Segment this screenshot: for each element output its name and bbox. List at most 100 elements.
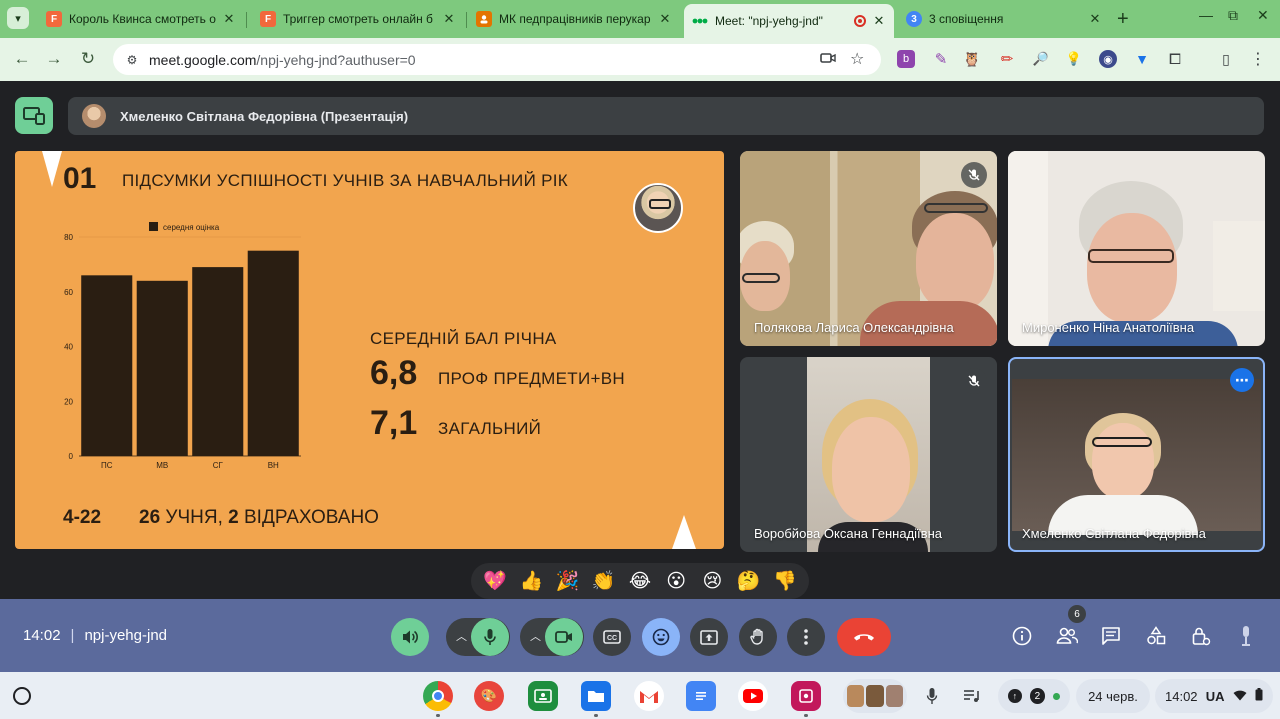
extensions-puzzle-icon[interactable]: ⧠: [1166, 50, 1184, 68]
tab-close-icon[interactable]: ✕: [442, 11, 456, 27]
activities-icon[interactable]: [1144, 624, 1168, 648]
status-tray[interactable]: 14:02 UA: [1155, 679, 1273, 713]
close-window-icon[interactable]: ✕: [1257, 7, 1269, 24]
shelf-mic-icon[interactable]: [920, 684, 944, 708]
extension-b-icon[interactable]: b: [897, 50, 915, 68]
classroom-app-icon[interactable]: [528, 681, 558, 711]
url-path: /npj-yehg-jnd?authuser=0: [256, 51, 416, 68]
presenter-banner-text: Хмеленко Світлана Федорівна (Презентація…: [120, 108, 409, 124]
extension-marker-icon[interactable]: ✏: [998, 50, 1016, 68]
camera-options-chevron-icon[interactable]: ︿: [530, 628, 541, 644]
audio-output-button[interactable]: [391, 618, 429, 656]
address-bar[interactable]: ⚙ meet.google.com/npj-yehg-jnd?authuser=…: [113, 44, 881, 75]
palette-app-icon[interactable]: 🎨: [474, 681, 504, 711]
more-options-button[interactable]: [787, 618, 825, 656]
browser-tab-1[interactable]: F Король Квинса смотреть он ✕: [38, 5, 244, 33]
window-thumbnails[interactable]: [843, 679, 907, 713]
docs-app-icon[interactable]: [686, 681, 716, 711]
back-icon[interactable]: ←: [11, 48, 33, 70]
people-icon[interactable]: [1055, 624, 1079, 648]
y-tick-label: 0: [69, 452, 74, 461]
reaction-laugh[interactable]: 😂: [625, 570, 655, 593]
participant-tile-active[interactable]: ⋯ Хмеленко Світлана Федорівна: [1008, 357, 1265, 552]
browser-tab-5[interactable]: 3 3 сповіщення ✕: [898, 5, 1110, 33]
participant-tile[interactable]: Мироненко Ніна Анатоліївна: [1008, 151, 1265, 346]
new-tab-icon[interactable]: +: [1117, 8, 1129, 31]
browser-menu-icon[interactable]: ⋮: [1249, 50, 1267, 68]
tab-close-icon[interactable]: ✕: [1088, 11, 1102, 27]
microphone-button[interactable]: [471, 618, 509, 656]
tab-title: Король Квинса смотреть он: [69, 12, 216, 26]
gmail-app-icon[interactable]: [634, 681, 664, 711]
present-screen-button[interactable]: [690, 618, 728, 656]
reaction-surprised[interactable]: 😮: [661, 570, 691, 593]
account-avatar-icon[interactable]: [1234, 624, 1258, 648]
more-options-icon[interactable]: ⋯: [1230, 368, 1254, 392]
chrome-app-icon[interactable]: [423, 681, 453, 711]
files-app-icon[interactable]: [581, 681, 611, 711]
reaction-sad[interactable]: 😢: [697, 570, 727, 593]
stat-row-prof: 6,8 ПРОФ ПРЕДМЕТИ+ВН: [370, 354, 625, 393]
forward-icon[interactable]: →: [43, 48, 65, 70]
side-panel-icon[interactable]: ▯: [1217, 50, 1235, 68]
presentation-layout-icon[interactable]: [15, 97, 53, 134]
chat-icon[interactable]: [1099, 624, 1123, 648]
reaction-clap[interactable]: 👏: [589, 569, 619, 593]
mic-options-chevron-icon[interactable]: ︿: [456, 628, 467, 644]
youtube-app-icon[interactable]: [738, 681, 768, 711]
reaction-thumbs-down[interactable]: 👎: [770, 569, 800, 593]
tab-search-button[interactable]: ▾: [7, 7, 29, 29]
muted-mic-icon: [961, 368, 987, 394]
extension-circle-icon[interactable]: ◉: [1099, 50, 1117, 68]
extension-owl-icon[interactable]: 🦉: [963, 50, 981, 68]
date-tray[interactable]: 24 черв.: [1076, 679, 1150, 713]
extension-pen-icon[interactable]: ✎: [932, 50, 950, 68]
emoji-reactions-button[interactable]: [642, 618, 680, 656]
media-controls-icon[interactable]: [960, 684, 984, 708]
captions-icon: CC: [603, 630, 621, 644]
site-settings-icon[interactable]: ⚙: [123, 51, 141, 69]
browser-tab-meet[interactable]: Meet: "npj-yehg-jnd" ✕: [684, 4, 894, 38]
reaction-thinking[interactable]: 🤔: [734, 569, 764, 593]
y-tick-label: 80: [64, 233, 73, 242]
extension-bulb-icon[interactable]: 💡: [1065, 50, 1083, 68]
grades-range: 4-22: [63, 507, 102, 528]
upload-icon: ↑: [1008, 689, 1022, 703]
minimize-icon[interactable]: —: [1199, 7, 1213, 23]
leave-call-button[interactable]: [837, 618, 891, 656]
launcher-icon[interactable]: [13, 687, 31, 705]
browser-tab-2[interactable]: F Триггер смотреть онлайн б ✕: [252, 5, 464, 33]
meeting-code: npj-yehg-jnd: [84, 627, 168, 644]
notifications-tray[interactable]: ↑ 2: [998, 679, 1070, 713]
captions-button[interactable]: CC: [593, 618, 631, 656]
tab-close-icon[interactable]: ✕: [222, 11, 236, 27]
bar: [247, 250, 299, 456]
bar-chart: середня оцінка 0 20 40 60 80 ПС МВ СГ ВН: [55, 215, 315, 477]
reaction-party[interactable]: 🎉: [553, 569, 583, 593]
camera-icon[interactable]: [820, 51, 836, 68]
camera-button[interactable]: [545, 618, 583, 656]
wifi-icon: [1233, 689, 1247, 704]
reload-icon[interactable]: ↻: [77, 48, 99, 70]
present-screen-icon: [700, 629, 718, 645]
meet-control-bar: 14:02 | npj-yehg-jnd ︿ ︿ CC 6: [0, 599, 1280, 672]
shelf-date: 24 черв.: [1088, 688, 1138, 704]
more-vert-icon: [804, 629, 808, 645]
host-controls-icon[interactable]: [1189, 624, 1213, 648]
raise-hand-button[interactable]: [739, 618, 777, 656]
extension-v-icon[interactable]: ▼: [1133, 50, 1151, 68]
jamboard-app-icon[interactable]: [791, 681, 821, 711]
browser-tab-3[interactable]: МК педпрацівників перукар ✕: [468, 5, 680, 33]
tab-close-icon[interactable]: ✕: [658, 11, 672, 27]
favicon: F: [46, 11, 62, 27]
extension-search-icon[interactable]: 🔎: [1032, 50, 1050, 68]
reaction-thumbs-up[interactable]: 👍: [516, 569, 546, 593]
participant-tile[interactable]: Воробйова Оксана Геннадіївна: [740, 357, 997, 552]
participant-tile[interactable]: Полякова Лариса Олександрівна: [740, 151, 997, 346]
meeting-details-icon[interactable]: [1010, 624, 1034, 648]
maximize-icon[interactable]: ⧉: [1228, 7, 1238, 24]
reaction-heart[interactable]: 💖: [480, 569, 510, 593]
tab-close-icon[interactable]: ✕: [872, 13, 886, 29]
bookmark-star-icon[interactable]: ☆: [850, 49, 864, 69]
x-tick-label: ПС: [101, 461, 113, 470]
